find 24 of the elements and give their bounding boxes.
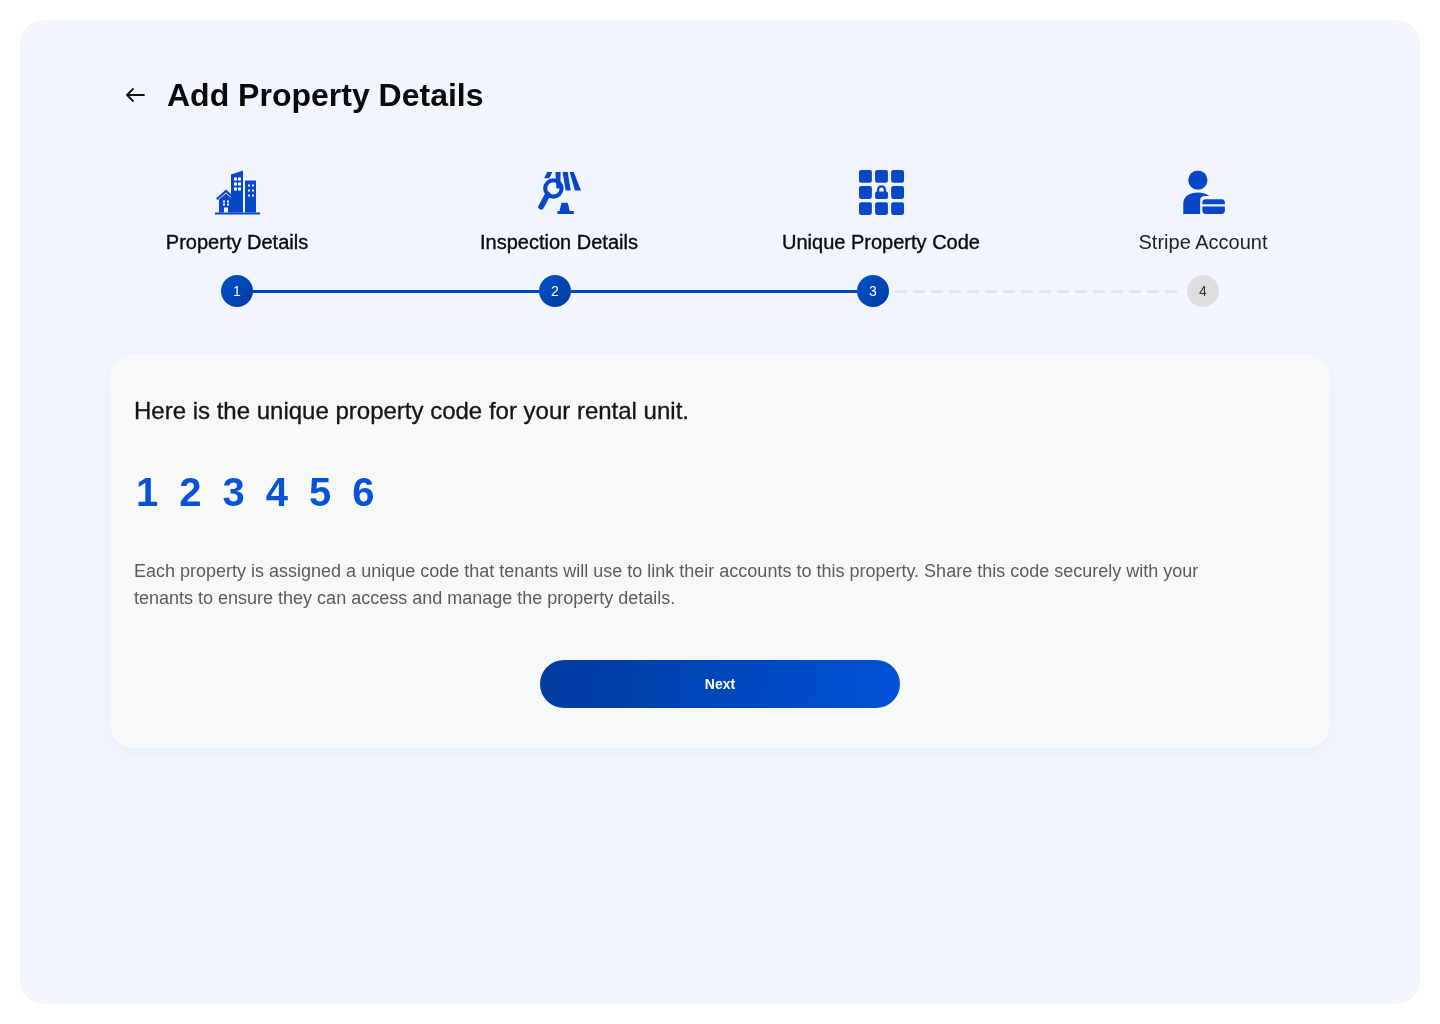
- code-digit: 4: [265, 469, 288, 516]
- code-digit: 5: [309, 469, 332, 516]
- next-button[interactable]: Next: [540, 660, 900, 708]
- step-number: 1: [221, 275, 253, 307]
- code-digit: 6: [352, 469, 375, 516]
- step-number: 3: [857, 275, 889, 307]
- buildings-icon: [214, 170, 260, 215]
- code-description: Each property is assigned a unique code that tenants will use to link their accounts to this property. Share this code securely with your tenants to ensure they can access and manage the property details.: [134, 560, 1200, 610]
- lock-grid-icon: [858, 170, 904, 215]
- step-number: 4: [1187, 275, 1219, 307]
- arrow-left-icon: [125, 87, 145, 103]
- code-digit: 2: [179, 469, 202, 516]
- code-digit: 3: [222, 469, 245, 516]
- code-digit: 1: [136, 469, 159, 516]
- step-label: Property Details: [165, 230, 309, 254]
- page-title: Add Property Details: [167, 77, 484, 113]
- back-button[interactable]: [125, 87, 145, 103]
- step-label: Inspection Details: [480, 230, 638, 254]
- card-heading: Here is the unique property code for your rental unit.: [134, 396, 690, 426]
- magnifier-awning-icon: [536, 170, 582, 215]
- user-card-icon: [1180, 170, 1226, 215]
- step-number: 2: [539, 275, 571, 307]
- step-label: Stripe Account: [1138, 230, 1268, 254]
- step-label: Unique Property Code: [782, 230, 980, 254]
